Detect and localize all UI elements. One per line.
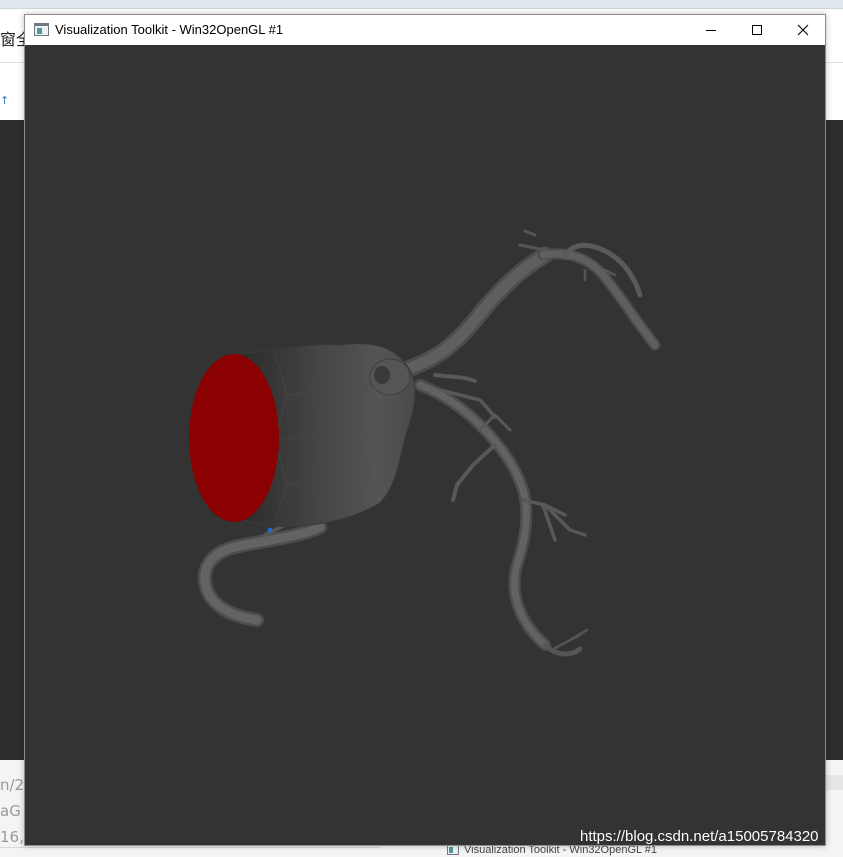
background-arrow-icon: ↑ bbox=[0, 94, 10, 107]
close-button[interactable] bbox=[780, 15, 826, 45]
seed-marker[interactable] bbox=[268, 528, 272, 532]
maximize-button[interactable] bbox=[734, 15, 780, 45]
maximize-icon bbox=[752, 25, 762, 35]
vessel-scene[interactable] bbox=[25, 45, 825, 845]
app-window-icon bbox=[447, 845, 459, 855]
minimize-icon bbox=[706, 30, 716, 31]
background-scroll-area bbox=[825, 775, 843, 790]
vtk-render-window[interactable]: Visualization Toolkit - Win32OpenGL #1 bbox=[24, 14, 826, 846]
background-divider bbox=[0, 8, 843, 9]
ostium-opening bbox=[374, 366, 390, 384]
watermark-url: https://blog.csdn.net/a15005784320 bbox=[580, 828, 819, 845]
background-top-strip bbox=[0, 0, 843, 8]
render-viewport[interactable] bbox=[25, 45, 825, 845]
window-titlebar[interactable]: Visualization Toolkit - Win32OpenGL #1 bbox=[25, 15, 825, 45]
background-text-fragment: aG bbox=[0, 802, 21, 820]
minimize-button[interactable] bbox=[688, 15, 734, 45]
app-window-icon[interactable] bbox=[34, 23, 49, 36]
background-divider bbox=[0, 847, 380, 848]
window-title: Visualization Toolkit - Win32OpenGL #1 bbox=[55, 22, 284, 37]
close-icon bbox=[797, 24, 809, 36]
vessel-cap[interactable] bbox=[189, 354, 279, 522]
